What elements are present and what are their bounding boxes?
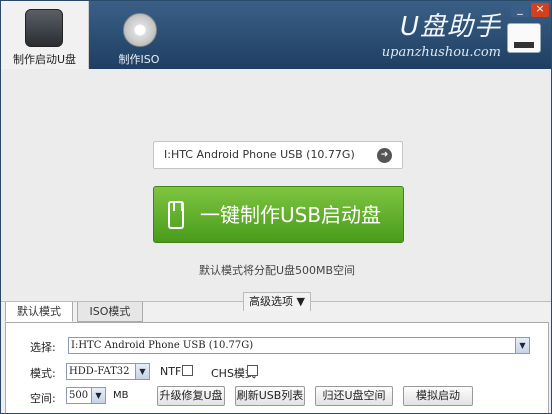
- drive-selector[interactable]: I:HTC Android Phone USB (10.77G) ➜: [153, 141, 403, 169]
- tab-iso-mode[interactable]: ISO模式: [77, 302, 143, 322]
- drive-select-value: I:HTC Android Phone USB (10.77G): [71, 340, 254, 351]
- advanced-panel: 默认模式 ISO模式 选择: I:HTC Android Phone USB (…: [1, 301, 551, 413]
- chevron-down-icon[interactable]: ▼: [515, 338, 529, 353]
- space-unit: MB: [113, 390, 129, 401]
- simulate-boot-button[interactable]: 模拟启动: [403, 386, 473, 406]
- advanced-options-toggle[interactable]: 高级选项 ▼: [243, 292, 311, 311]
- close-button[interactable]: ×: [531, 3, 549, 17]
- chevron-down-icon[interactable]: ▼: [91, 388, 105, 403]
- make-usb-button[interactable]: 一键制作USB启动盘: [153, 186, 404, 243]
- mode-dropdown[interactable]: HDD-FAT32 ▼: [66, 363, 150, 380]
- brand-subtitle: upanzhushou.com: [381, 45, 501, 60]
- main-panel: I:HTC Android Phone USB (10.77G) ➜ 一键制作U…: [1, 69, 551, 311]
- repair-usb-button[interactable]: 升级修复U盘: [157, 386, 225, 406]
- brand-title: U盘助手: [399, 12, 501, 42]
- space-label: 空间:: [30, 392, 56, 405]
- arrow-right-icon[interactable]: ➜: [377, 148, 392, 163]
- select-label: 选择:: [30, 341, 56, 354]
- tab-label: 制作ISO: [118, 53, 160, 66]
- mode-hint: 默认模式将分配U盘500MB空间: [198, 264, 356, 277]
- drive-name: I:HTC Android Phone USB (10.77G): [164, 148, 355, 161]
- refresh-usb-list-button[interactable]: 刷新USB列表: [235, 386, 305, 406]
- tab-default-mode[interactable]: 默认模式: [5, 302, 73, 322]
- mode-value: HDD-FAT32: [69, 366, 130, 377]
- ntfs-checkbox[interactable]: [182, 365, 193, 376]
- make-usb-label: 一键制作USB启动盘: [200, 203, 382, 227]
- header-bar: 制作启动U盘 制作ISO U盘助手 upanzhushou.com _ ×: [1, 1, 551, 69]
- usb-drive-icon: [25, 9, 63, 47]
- drive-select-dropdown[interactable]: I:HTC Android Phone USB (10.77G) ▼: [68, 337, 530, 354]
- chevron-down-icon[interactable]: ▼: [135, 364, 149, 379]
- usb-plug-icon: [168, 201, 184, 229]
- tab-make-iso[interactable]: 制作ISO: [95, 1, 183, 69]
- usb-logo-icon: [507, 23, 541, 53]
- disc-icon: [123, 13, 157, 47]
- mode-label: 模式:: [30, 367, 56, 380]
- brand-logo: U盘助手 upanzhushou.com: [382, 13, 501, 60]
- restore-usb-space-button[interactable]: 归还U盘空间: [315, 386, 393, 406]
- window-controls: _ ×: [511, 3, 549, 17]
- app-window: 制作启动U盘 制作ISO U盘助手 upanzhushou.com _ × I:…: [0, 0, 552, 414]
- space-dropdown[interactable]: 500 ▼: [66, 387, 106, 404]
- tab-make-usb[interactable]: 制作启动U盘: [1, 1, 89, 69]
- chs-checkbox[interactable]: [247, 365, 258, 376]
- space-value: 500: [69, 390, 89, 401]
- tab-label: 制作启动U盘: [12, 53, 77, 66]
- minimize-button[interactable]: _: [511, 3, 529, 17]
